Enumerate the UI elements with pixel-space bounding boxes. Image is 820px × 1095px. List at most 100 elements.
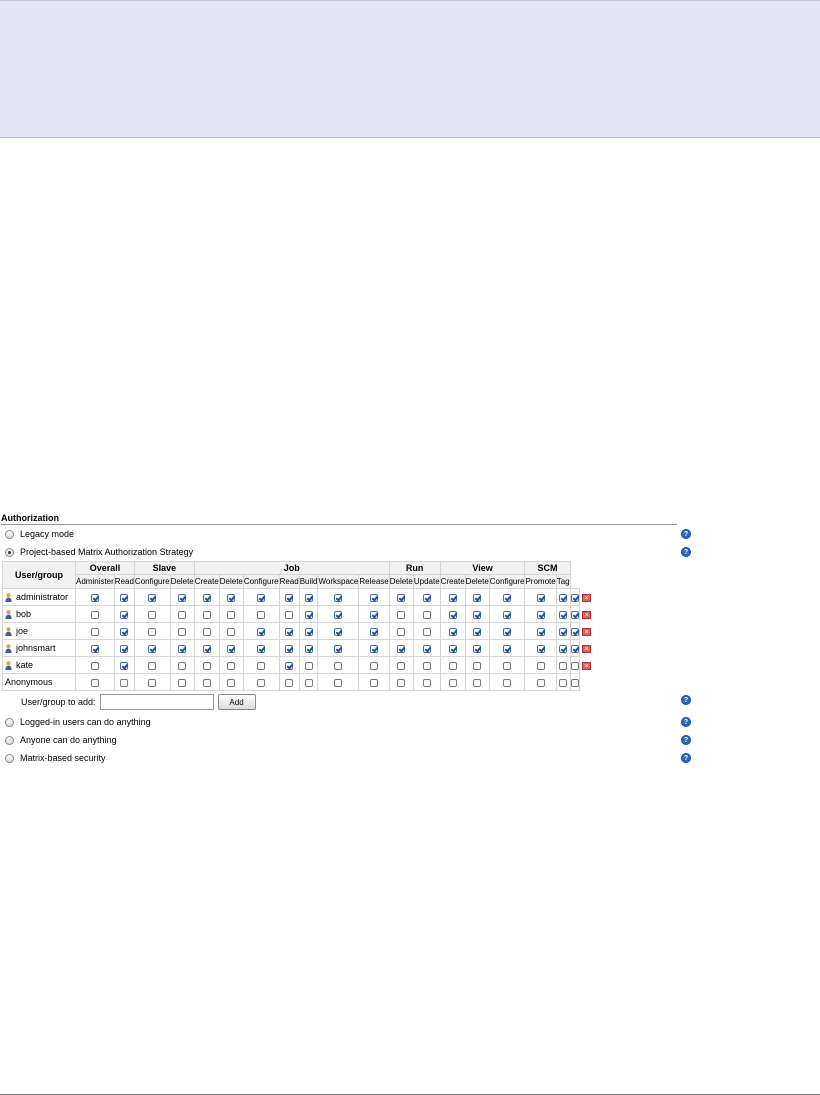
permission-checkbox[interactable]: [370, 593, 379, 602]
permission-checkbox[interactable]: [148, 644, 157, 653]
permission-checkbox[interactable]: [120, 593, 129, 602]
permission-checkbox[interactable]: [370, 678, 379, 687]
help-icon[interactable]: ?: [681, 529, 691, 539]
permission-checkbox[interactable]: [536, 678, 545, 687]
permission-checkbox[interactable]: [178, 678, 187, 687]
permission-checkbox[interactable]: [334, 644, 343, 653]
permission-checkbox[interactable]: [285, 661, 294, 670]
permission-checkbox[interactable]: [422, 610, 431, 619]
radio-button[interactable]: [5, 735, 14, 745]
permission-checkbox[interactable]: [503, 610, 512, 619]
permission-checkbox[interactable]: [90, 627, 99, 636]
permission-checkbox[interactable]: [570, 678, 579, 687]
permission-checkbox[interactable]: [285, 678, 294, 687]
permission-checkbox[interactable]: [448, 644, 457, 653]
radio-button[interactable]: [5, 717, 14, 727]
delete-icon[interactable]: ×: [582, 594, 592, 602]
help-icon[interactable]: ?: [681, 695, 691, 705]
permission-checkbox[interactable]: [90, 661, 99, 670]
permission-checkbox[interactable]: [334, 627, 343, 636]
permission-checkbox[interactable]: [334, 610, 343, 619]
option-legacy-mode[interactable]: Legacy mode ?: [1, 525, 691, 543]
permission-checkbox[interactable]: [397, 678, 406, 687]
permission-checkbox[interactable]: [202, 661, 211, 670]
permission-checkbox[interactable]: [257, 627, 266, 636]
permission-checkbox[interactable]: [536, 644, 545, 653]
permission-checkbox[interactable]: [473, 593, 482, 602]
permission-checkbox[interactable]: [304, 661, 313, 670]
permission-checkbox[interactable]: [304, 593, 313, 602]
permission-checkbox[interactable]: [304, 610, 313, 619]
add-button[interactable]: Add: [217, 694, 256, 710]
permission-checkbox[interactable]: [257, 678, 266, 687]
permission-checkbox[interactable]: [285, 593, 294, 602]
permission-checkbox[interactable]: [448, 593, 457, 602]
permission-checkbox[interactable]: [448, 661, 457, 670]
permission-checkbox[interactable]: [90, 678, 99, 687]
help-icon[interactable]: ?: [681, 717, 691, 727]
delete-icon[interactable]: ×: [582, 645, 592, 653]
permission-checkbox[interactable]: [370, 661, 379, 670]
permission-checkbox[interactable]: [90, 644, 99, 653]
permission-checkbox[interactable]: [503, 627, 512, 636]
permission-checkbox[interactable]: [257, 644, 266, 653]
permission-checkbox[interactable]: [559, 593, 568, 602]
permission-checkbox[interactable]: [202, 610, 211, 619]
delete-icon[interactable]: ×: [582, 611, 592, 619]
permission-checkbox[interactable]: [397, 593, 406, 602]
permission-checkbox[interactable]: [559, 610, 568, 619]
permission-checkbox[interactable]: [559, 678, 568, 687]
permission-checkbox[interactable]: [370, 610, 379, 619]
permission-checkbox[interactable]: [536, 593, 545, 602]
permission-checkbox[interactable]: [148, 678, 157, 687]
permission-checkbox[interactable]: [120, 627, 129, 636]
option-matrix-security[interactable]: Matrix-based security ?: [1, 749, 691, 767]
permission-checkbox[interactable]: [422, 678, 431, 687]
permission-checkbox[interactable]: [473, 610, 482, 619]
permission-checkbox[interactable]: [285, 610, 294, 619]
permission-checkbox[interactable]: [227, 661, 236, 670]
permission-checkbox[interactable]: [227, 644, 236, 653]
permission-checkbox[interactable]: [473, 678, 482, 687]
permission-checkbox[interactable]: [503, 678, 512, 687]
permission-checkbox[interactable]: [120, 661, 129, 670]
option-project-matrix[interactable]: Project-based Matrix Authorization Strat…: [1, 543, 691, 561]
permission-checkbox[interactable]: [397, 661, 406, 670]
permission-checkbox[interactable]: [334, 678, 343, 687]
permission-checkbox[interactable]: [178, 593, 187, 602]
permission-checkbox[interactable]: [304, 644, 313, 653]
help-icon[interactable]: ?: [681, 547, 691, 557]
permission-checkbox[interactable]: [120, 678, 129, 687]
permission-checkbox[interactable]: [227, 627, 236, 636]
permission-checkbox[interactable]: [422, 644, 431, 653]
permission-checkbox[interactable]: [559, 644, 568, 653]
permission-checkbox[interactable]: [570, 593, 579, 602]
option-logged-in-users[interactable]: Logged-in users can do anything ?: [1, 713, 691, 731]
radio-button[interactable]: [5, 753, 14, 763]
permission-checkbox[interactable]: [370, 644, 379, 653]
permission-checkbox[interactable]: [257, 610, 266, 619]
permission-checkbox[interactable]: [257, 593, 266, 602]
permission-checkbox[interactable]: [570, 644, 579, 653]
permission-checkbox[interactable]: [120, 644, 129, 653]
permission-checkbox[interactable]: [536, 661, 545, 670]
permission-checkbox[interactable]: [202, 627, 211, 636]
permission-checkbox[interactable]: [90, 593, 99, 602]
radio-button[interactable]: [5, 547, 14, 557]
permission-checkbox[interactable]: [304, 678, 313, 687]
permission-checkbox[interactable]: [559, 661, 568, 670]
permission-checkbox[interactable]: [422, 661, 431, 670]
permission-checkbox[interactable]: [422, 627, 431, 636]
permission-checkbox[interactable]: [178, 644, 187, 653]
permission-checkbox[interactable]: [536, 627, 545, 636]
permission-checkbox[interactable]: [397, 610, 406, 619]
permission-checkbox[interactable]: [448, 627, 457, 636]
permission-checkbox[interactable]: [304, 627, 313, 636]
permission-checkbox[interactable]: [202, 593, 211, 602]
permission-checkbox[interactable]: [178, 661, 187, 670]
permission-checkbox[interactable]: [536, 610, 545, 619]
permission-checkbox[interactable]: [227, 678, 236, 687]
permission-checkbox[interactable]: [227, 593, 236, 602]
permission-checkbox[interactable]: [202, 678, 211, 687]
permission-checkbox[interactable]: [90, 610, 99, 619]
